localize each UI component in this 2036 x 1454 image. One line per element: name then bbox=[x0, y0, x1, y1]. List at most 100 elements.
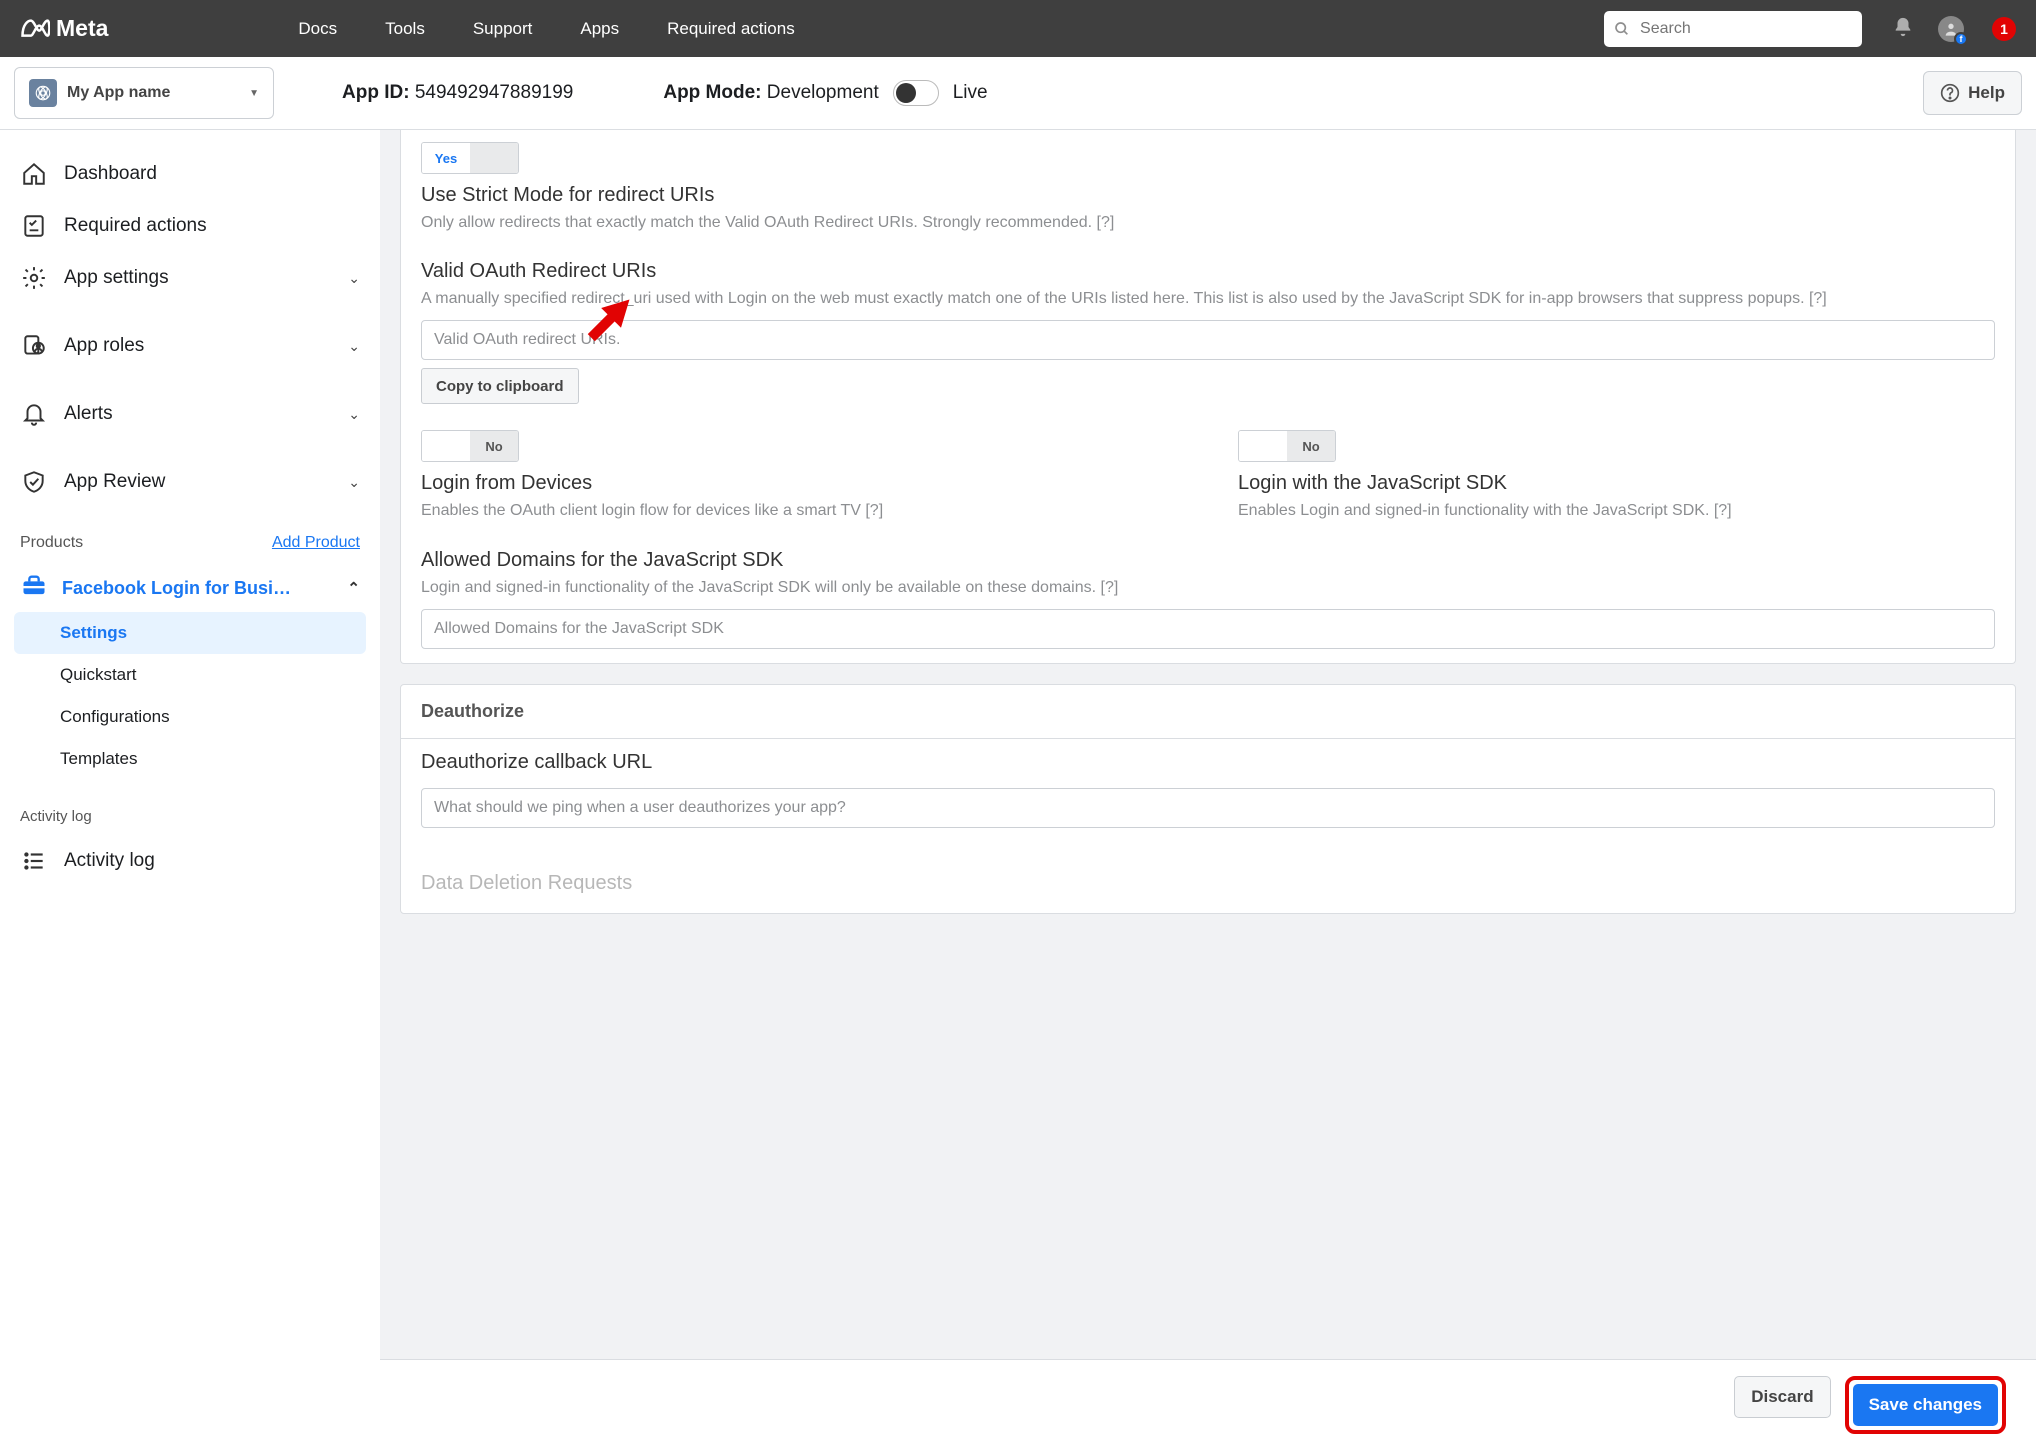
toggle-no: No bbox=[1287, 431, 1335, 461]
nav-apps[interactable]: Apps bbox=[580, 19, 619, 39]
copy-to-clipboard-button[interactable]: Copy to clipboard bbox=[421, 368, 579, 404]
sidebar-item-app-review[interactable]: App Review ⌄ bbox=[14, 456, 366, 508]
strict-mode-title: Use Strict Mode for redirect URIs bbox=[421, 184, 1995, 207]
sidebar-item-required-actions[interactable]: Required actions bbox=[14, 200, 366, 252]
list-icon bbox=[20, 848, 48, 874]
app-subheader: My App name ▼ App ID: 549492947889199 Ap… bbox=[0, 57, 2036, 130]
deauthorize-header: Deauthorize bbox=[401, 685, 2015, 739]
redirect-uris-desc: A manually specified redirect_uri used w… bbox=[421, 287, 1995, 310]
activity-log-header: Activity log bbox=[14, 808, 366, 825]
products-label: Products bbox=[20, 534, 83, 552]
app-selector[interactable]: My App name ▼ bbox=[14, 67, 274, 119]
gear-icon bbox=[20, 265, 48, 291]
sidebar-label: App Review bbox=[64, 471, 165, 493]
footer-bar: Discard Save changes bbox=[380, 1359, 2036, 1453]
app-id-value: 549492947889199 bbox=[415, 82, 574, 103]
data-deletion-title: Data Deletion Requests bbox=[421, 872, 1995, 895]
deauth-callback-title: Deauthorize callback URL bbox=[421, 751, 1995, 774]
help-icon bbox=[1940, 83, 1960, 103]
avatar[interactable]: f bbox=[1938, 16, 1964, 42]
top-nav: Meta Docs Tools Support Apps Required ac… bbox=[0, 0, 2036, 57]
chevron-down-icon: ⌄ bbox=[348, 338, 360, 355]
sidebar-label: App settings bbox=[64, 267, 169, 289]
sidebar-label: Activity log bbox=[64, 850, 155, 872]
app-id: App ID: 549492947889199 bbox=[342, 82, 573, 104]
content: Yes Use Strict Mode for redirect URIs On… bbox=[380, 130, 2036, 1453]
bell-outline-icon bbox=[20, 401, 48, 427]
sidebar-label: App roles bbox=[64, 335, 144, 357]
nav-tools[interactable]: Tools bbox=[385, 19, 425, 39]
sidebar-item-dashboard[interactable]: Dashboard bbox=[14, 148, 366, 200]
login-jssdk-desc: Enables Login and signed-in functionalit… bbox=[1238, 499, 1995, 522]
app-name-label: My App name bbox=[67, 84, 170, 102]
login-devices-toggle[interactable]: No bbox=[421, 430, 519, 462]
toolbox-icon bbox=[20, 572, 48, 605]
login-jssdk-toggle[interactable]: No bbox=[1238, 430, 1336, 462]
caret-down-icon: ▼ bbox=[249, 88, 259, 99]
app-mode: App Mode: Development Live bbox=[663, 80, 987, 106]
search-input[interactable] bbox=[1640, 20, 1852, 38]
strict-mode-desc: Only allow redirects that exactly match … bbox=[421, 211, 1995, 234]
app-mode-toggle[interactable] bbox=[893, 80, 939, 106]
sidebar-label: Required actions bbox=[64, 215, 207, 237]
home-icon bbox=[20, 161, 48, 187]
sidebar-label: Alerts bbox=[64, 403, 113, 425]
chevron-up-icon: ⌃ bbox=[347, 579, 360, 597]
allowed-domains-input[interactable] bbox=[421, 609, 1995, 649]
meta-icon bbox=[20, 19, 50, 39]
roles-icon bbox=[20, 333, 48, 359]
chevron-down-icon: ⌄ bbox=[348, 474, 360, 491]
allowed-domains-title: Allowed Domains for the JavaScript SDK bbox=[421, 549, 1995, 572]
save-changes-button[interactable]: Save changes bbox=[1853, 1384, 1998, 1426]
sidebar-sub-settings[interactable]: Settings bbox=[14, 612, 366, 654]
nav-support[interactable]: Support bbox=[473, 19, 533, 39]
deauth-callback-input[interactable] bbox=[421, 788, 1995, 828]
help-button[interactable]: Help bbox=[1923, 71, 2022, 115]
notification-badge[interactable]: 1 bbox=[1992, 17, 2016, 41]
sidebar-sub-configurations[interactable]: Configurations bbox=[14, 696, 366, 738]
login-devices-title: Login from Devices bbox=[421, 472, 1178, 495]
products-header: Products Add Product bbox=[14, 534, 366, 552]
sidebar: Dashboard Required actions App settings … bbox=[0, 130, 380, 1453]
sidebar-item-app-roles[interactable]: App roles ⌄ bbox=[14, 320, 366, 372]
allowed-domains-desc: Login and signed-in functionality of the… bbox=[421, 576, 1995, 599]
toggle-yes: Yes bbox=[422, 143, 470, 173]
search-box[interactable] bbox=[1604, 11, 1862, 47]
checklist-icon bbox=[20, 213, 48, 239]
redirect-uris-title: Valid OAuth Redirect URIs bbox=[421, 260, 1995, 283]
chevron-down-icon: ⌄ bbox=[348, 406, 360, 423]
app-mode-value: Development bbox=[767, 82, 879, 103]
brand-text: Meta bbox=[56, 15, 108, 42]
help-label: Help bbox=[1968, 83, 2005, 103]
sidebar-item-alerts[interactable]: Alerts ⌄ bbox=[14, 388, 366, 440]
toggle-blank bbox=[1239, 431, 1287, 461]
toggle-blank bbox=[470, 143, 518, 173]
add-product-link[interactable]: Add Product bbox=[272, 534, 360, 552]
nav-links: Docs Tools Support Apps Required actions bbox=[298, 19, 794, 39]
chevron-down-icon: ⌄ bbox=[348, 270, 360, 287]
product-label: Facebook Login for Busi… bbox=[62, 578, 291, 599]
bell-icon[interactable] bbox=[1892, 16, 1914, 41]
sidebar-sub-templates[interactable]: Templates bbox=[14, 738, 366, 780]
nav-required-actions[interactable]: Required actions bbox=[667, 19, 795, 39]
sidebar-label: Dashboard bbox=[64, 163, 157, 185]
login-jssdk-title: Login with the JavaScript SDK bbox=[1238, 472, 1995, 495]
app-id-label: App ID: bbox=[342, 82, 410, 103]
app-mode-live: Live bbox=[953, 82, 988, 104]
redirect-uris-input[interactable] bbox=[421, 320, 1995, 360]
discard-button[interactable]: Discard bbox=[1734, 1376, 1830, 1418]
toggle-blank bbox=[422, 431, 470, 461]
sidebar-item-app-settings[interactable]: App settings ⌄ bbox=[14, 252, 366, 304]
nav-docs[interactable]: Docs bbox=[298, 19, 337, 39]
facebook-badge-icon: f bbox=[1954, 32, 1968, 46]
sidebar-sub-quickstart[interactable]: Quickstart bbox=[14, 654, 366, 696]
app-mode-label: App Mode: bbox=[663, 82, 761, 103]
sidebar-product-facebook-login[interactable]: Facebook Login for Busi… ⌃ bbox=[14, 564, 366, 612]
meta-logo[interactable]: Meta bbox=[20, 15, 108, 42]
strict-mode-toggle[interactable]: Yes bbox=[421, 142, 519, 174]
login-devices-desc: Enables the OAuth client login flow for … bbox=[421, 499, 1178, 522]
save-highlight-annotation: Save changes bbox=[1845, 1376, 2006, 1434]
shield-check-icon bbox=[20, 469, 48, 495]
app-icon bbox=[29, 79, 57, 107]
sidebar-item-activity-log[interactable]: Activity log bbox=[14, 835, 366, 887]
